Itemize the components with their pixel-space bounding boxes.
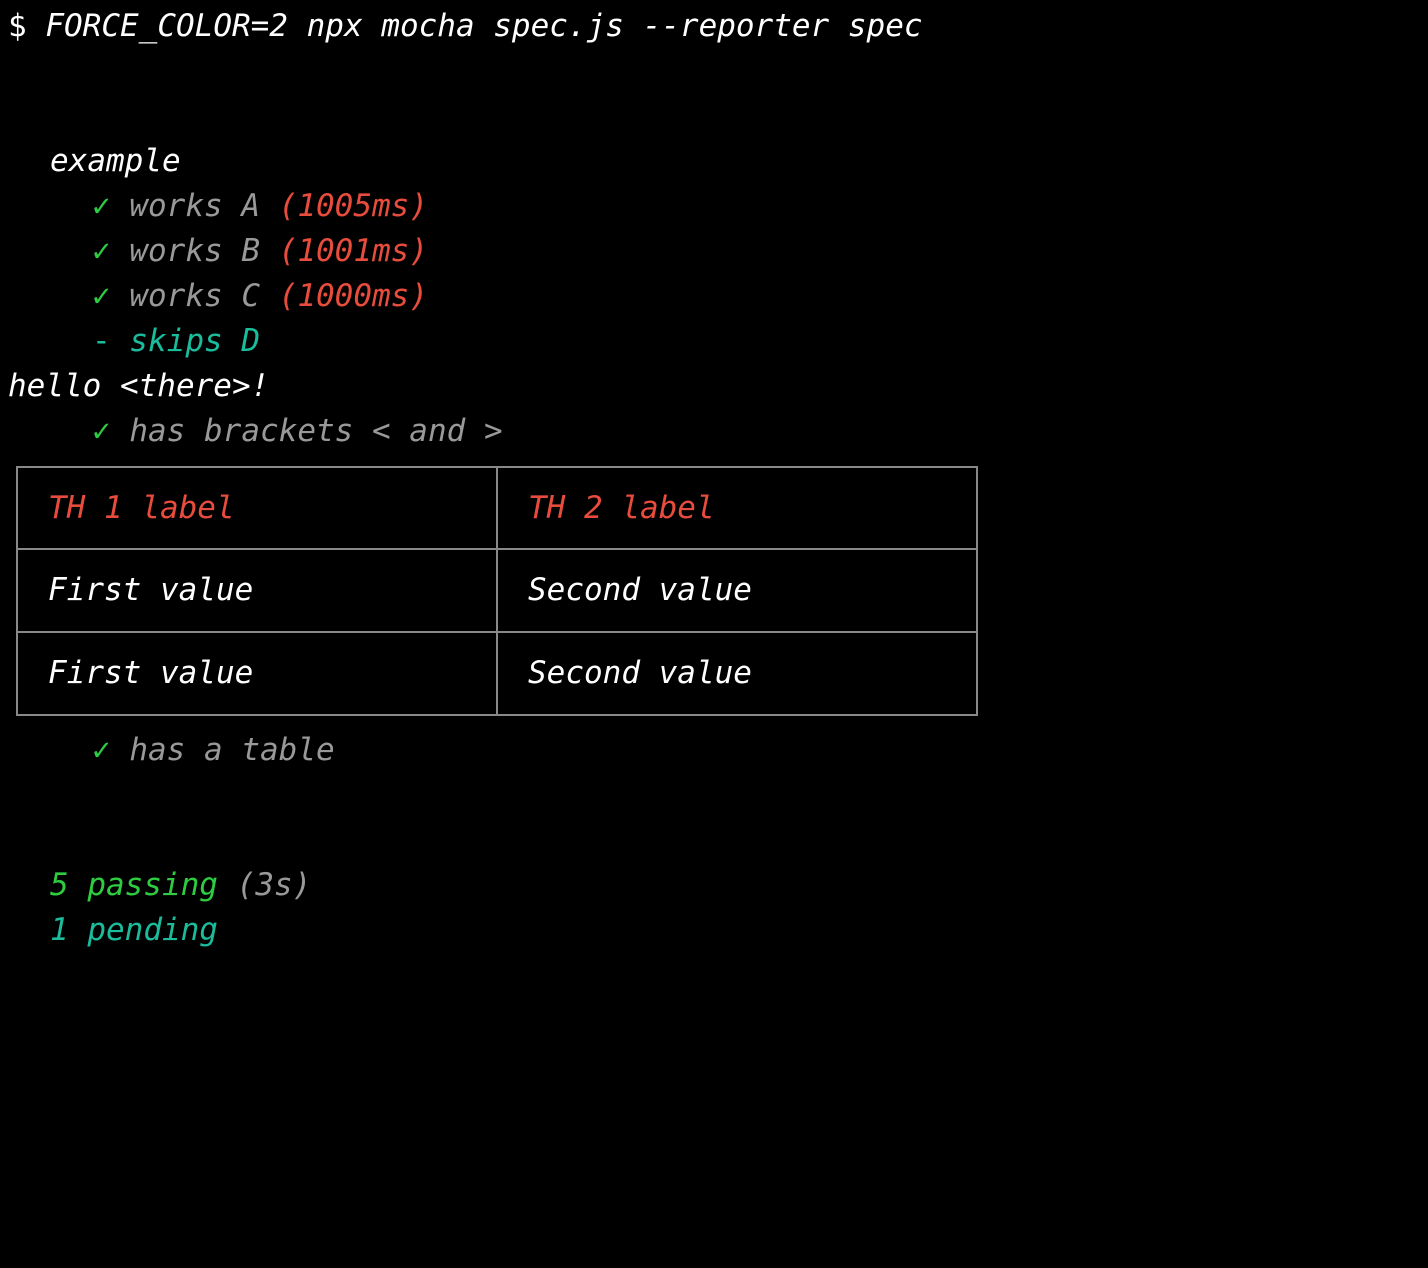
command-line: $ FORCE_COLOR=2 npx mocha spec.js --repo… xyxy=(8,4,1420,49)
test-duration: (1005ms) xyxy=(279,188,428,224)
total-time: (3s) xyxy=(237,867,312,903)
prompt-symbol: $ xyxy=(8,8,27,44)
table-cell: Second value xyxy=(497,632,977,715)
test-name: works A xyxy=(129,188,260,224)
test-result: ✓ has brackets < and > xyxy=(92,409,1420,454)
checkmark-icon: ✓ xyxy=(92,188,111,224)
suite-title: example xyxy=(50,139,1420,184)
test-summary: 5 passing (3s) 1 pending xyxy=(50,863,1420,953)
test-result: ✓ works B (1001ms) xyxy=(92,229,1420,274)
table-header: TH 2 label xyxy=(497,467,977,550)
test-result: ✓ has a table xyxy=(92,728,1420,773)
pending-summary: 1 pending xyxy=(50,908,1420,953)
test-result: ✓ works C (1000ms) xyxy=(92,274,1420,319)
table-header-row: TH 1 label TH 2 label xyxy=(17,467,977,550)
stdout-output: hello <there>! xyxy=(8,364,1420,409)
table-header: TH 1 label xyxy=(17,467,497,550)
test-result: ✓ works A (1005ms) xyxy=(92,184,1420,229)
passing-summary: 5 passing (3s) xyxy=(50,863,1420,908)
table-cell: First value xyxy=(17,549,497,632)
test-name: works C xyxy=(129,278,260,314)
test-name: has a table xyxy=(129,732,334,768)
pending-count: 1 pending xyxy=(50,912,218,948)
table-row: First value Second value xyxy=(17,549,977,632)
checkmark-icon: ✓ xyxy=(92,233,111,269)
table-cell: First value xyxy=(17,632,497,715)
pending-test: - skips D xyxy=(92,319,1420,364)
test-name: has brackets < and > xyxy=(129,413,502,449)
test-duration: (1001ms) xyxy=(279,233,428,269)
checkmark-icon: ✓ xyxy=(92,413,111,449)
checkmark-icon: ✓ xyxy=(92,732,111,768)
checkmark-icon: ✓ xyxy=(92,278,111,314)
table-cell: Second value xyxy=(497,549,977,632)
pending-test-name: skips D xyxy=(129,323,260,359)
command-text: FORCE_COLOR=2 npx mocha spec.js --report… xyxy=(45,8,922,44)
output-table: TH 1 label TH 2 label First value Second… xyxy=(16,466,978,717)
dash-icon: - xyxy=(92,323,111,359)
passing-count: 5 passing xyxy=(50,867,218,903)
test-name: works B xyxy=(129,233,260,269)
test-duration: (1000ms) xyxy=(279,278,428,314)
table-row: First value Second value xyxy=(17,632,977,715)
